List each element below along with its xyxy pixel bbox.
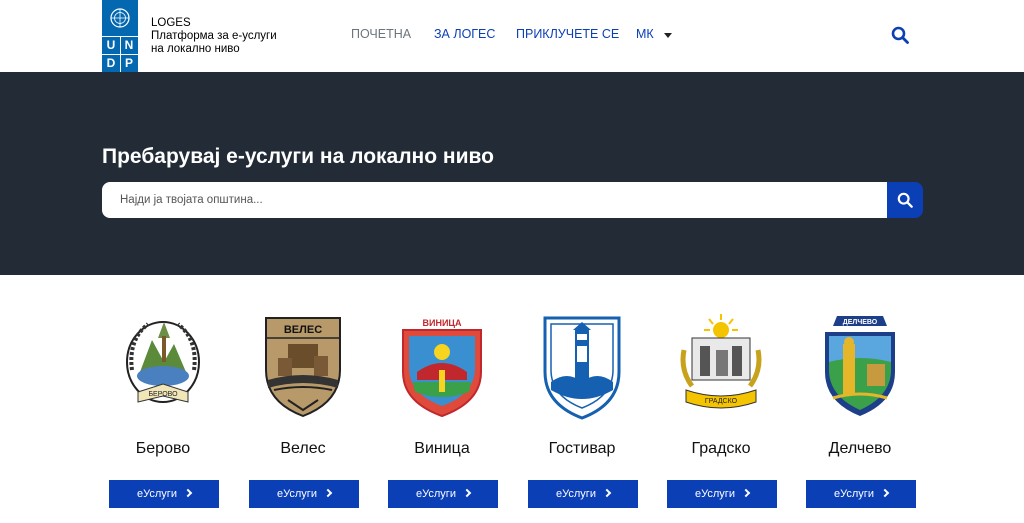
eservices-button[interactable]: еУслуги xyxy=(528,480,638,508)
nav-about[interactable]: ЗА ЛОГЕС xyxy=(434,27,495,41)
municipality-card: ВЕЛЕС Велес еУслуги xyxy=(238,310,368,510)
chevron-right-icon xyxy=(741,488,751,498)
chevron-right-icon xyxy=(183,488,193,498)
delchevo-crest-icon: ДЕЛЧЕВО xyxy=(825,316,895,416)
municipality-name: Гостивар xyxy=(548,440,616,457)
chevron-right-icon xyxy=(323,488,333,498)
undp-letter: U xyxy=(106,38,116,52)
vinica-crest-icon: ВИНИЦА xyxy=(402,318,482,418)
eservices-label: еУслуги xyxy=(834,488,874,500)
undp-letter: D xyxy=(106,56,116,70)
hero-title: Пребарувај е-услуги на локално ниво xyxy=(102,145,494,168)
undp-letter: N xyxy=(124,38,134,52)
language-dropdown[interactable]: МК xyxy=(636,27,654,41)
chevron-right-icon xyxy=(880,488,890,498)
nav-home[interactable]: ПОЧЕТНА xyxy=(351,27,411,41)
brand-subtitle: Платформа за е-услуги xyxy=(151,30,277,42)
eservices-label: еУслуги xyxy=(695,488,735,500)
eservices-label: еУслуги xyxy=(137,488,177,500)
eservices-button[interactable]: еУслуги xyxy=(249,480,359,508)
undp-letter: P xyxy=(124,56,133,70)
crest-text: ВИНИЦА xyxy=(422,318,462,328)
search-box xyxy=(102,182,888,218)
municipality-name: Делчево xyxy=(828,440,892,457)
municipality-name: Виница xyxy=(414,440,470,457)
crest-text: ВЕЛЕС xyxy=(284,324,322,336)
eservices-button[interactable]: еУслуги xyxy=(388,480,498,508)
eservices-label: еУслуги xyxy=(416,488,456,500)
crest-text: ГРАДСКО xyxy=(705,398,738,405)
brand-title[interactable]: LOGES Платформа за е-услуги на локално н… xyxy=(151,17,277,56)
caret-down-icon[interactable] xyxy=(664,33,672,38)
search-button[interactable] xyxy=(887,182,923,218)
eservices-label: еУслуги xyxy=(277,488,317,500)
un-emblem-icon xyxy=(110,8,130,28)
municipality-card: БЕРОВО Берово еУслуги xyxy=(98,310,228,510)
search-icon xyxy=(897,192,913,208)
municipality-name: Берово xyxy=(135,440,191,457)
undp-logo[interactable]: U N D P xyxy=(102,0,138,72)
nav-join[interactable]: ПРИКЛУЧЕТЕ СЕ xyxy=(516,27,619,41)
gradsko-crest-icon: ГРАДСКО xyxy=(680,314,762,409)
hero-section xyxy=(0,72,1024,275)
site-header: U N D P LOGES Платформа за е-услуги на л… xyxy=(0,0,1024,72)
brand-name: LOGES xyxy=(151,17,191,29)
brand-subtitle: на локално ниво xyxy=(151,43,240,55)
eservices-button[interactable]: еУслуги xyxy=(109,480,219,508)
municipality-card: ВИНИЦА Виница еУслуги xyxy=(377,310,507,510)
municipality-card: ГРАДСКО Градско еУслуги xyxy=(656,310,786,510)
municipality-search-input[interactable] xyxy=(102,182,888,218)
eservices-label: еУслуги xyxy=(556,488,596,500)
eservices-button[interactable]: еУслуги xyxy=(667,480,777,508)
crest-text: БЕРОВО xyxy=(148,391,178,398)
search-icon[interactable] xyxy=(891,26,909,44)
berovo-crest-icon: БЕРОВО xyxy=(126,321,200,403)
chevron-right-icon xyxy=(462,488,472,498)
veles-crest-icon: ВЕЛЕС xyxy=(265,317,341,418)
municipality-name: Велес xyxy=(280,440,326,457)
municipality-card: Гостивар еУслуги xyxy=(517,310,647,510)
gostivar-crest-icon xyxy=(543,316,621,420)
crest-text: ДЕЛЧЕВО xyxy=(843,319,878,326)
municipality-card: ДЕЛЧЕВО Делчево еУслуги xyxy=(795,310,925,510)
chevron-right-icon xyxy=(602,488,612,498)
municipality-name: Градско xyxy=(691,440,751,457)
eservices-button[interactable]: еУслуги xyxy=(806,480,916,508)
